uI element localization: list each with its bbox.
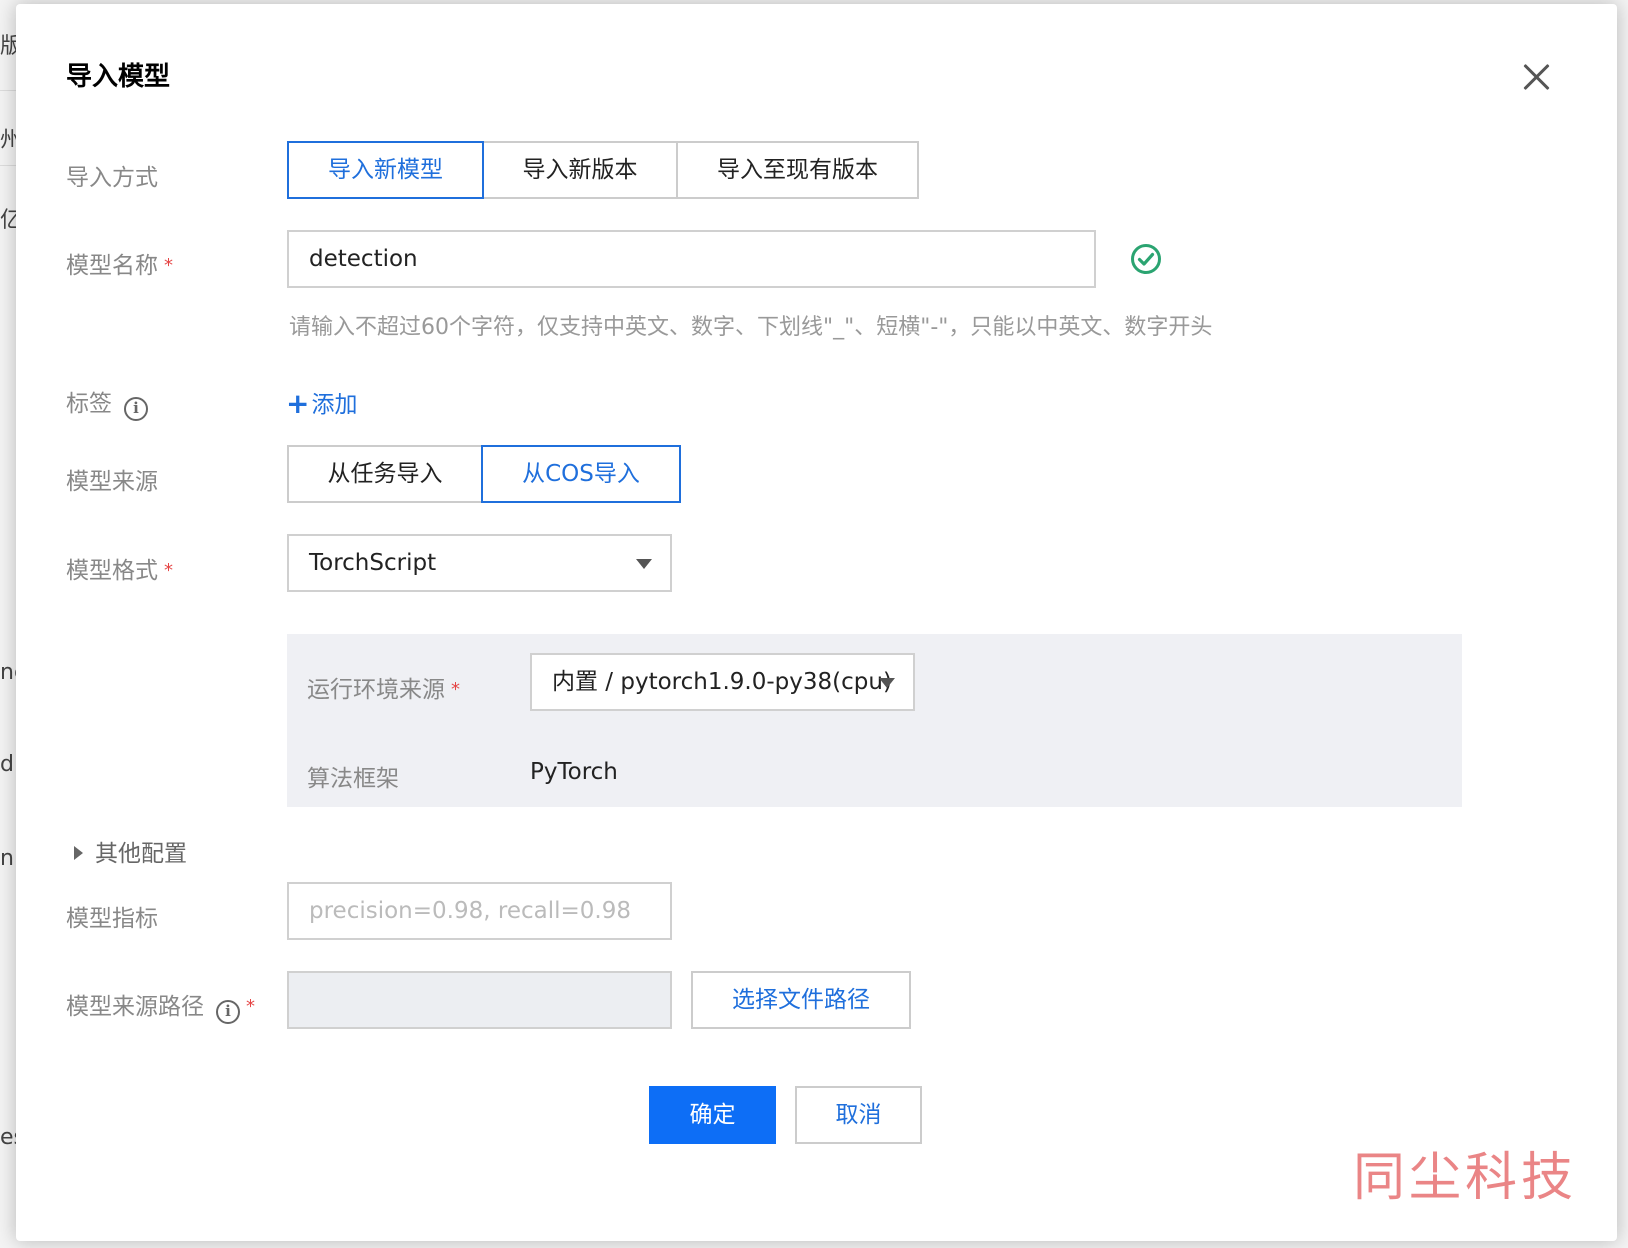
model-format-label-text: 模型格式 (66, 558, 158, 584)
info-icon[interactable]: i (216, 1000, 240, 1024)
background-text: 州 (0, 128, 16, 153)
model-path-input[interactable] (287, 971, 672, 1029)
tags-label-text: 标签 (66, 391, 112, 417)
background-divider (0, 90, 16, 91)
caret-right-icon (74, 846, 83, 860)
required-mark: * (451, 679, 460, 700)
model-path-label: 模型来源路径 i * (66, 987, 255, 1024)
import-method-new-version[interactable]: 导入新版本 (482, 141, 678, 199)
cancel-button[interactable]: 取消 (795, 1086, 922, 1144)
model-source-from-cos[interactable]: 从COS导入 (481, 445, 681, 503)
runtime-env-label: 运行环境来源 * (307, 670, 460, 704)
watermark-logo: 同尘科技 (1353, 1148, 1578, 1208)
framework-value: PyTorch (530, 759, 618, 785)
required-mark: * (246, 996, 255, 1017)
dropdown-arrow-icon (879, 678, 895, 688)
background-text: d (0, 752, 14, 777)
runtime-env-value: 内置 / pytorch1.9.0-py38(cpu) (552, 669, 892, 695)
model-format-label: 模型格式 * (66, 551, 173, 585)
model-source-label: 模型来源 (66, 469, 158, 495)
import-method-new-model[interactable]: 导入新模型 (287, 141, 484, 199)
dialog-title: 导入模型 (66, 62, 171, 92)
model-name-hint: 请输入不超过60个字符，仅支持中英文、数字、下划线"_"、短横"-"，只能以中英… (289, 315, 1213, 340)
close-icon[interactable] (1521, 62, 1551, 92)
import-model-dialog: 导入模型 导入方式 导入新模型 导入新版本 导入至现有版本 模型名称 * dete… (16, 4, 1617, 1241)
background-divider (0, 165, 16, 166)
model-metrics-input[interactable]: precision=0.98, recall=0.98 (287, 882, 672, 940)
model-name-label-text: 模型名称 (66, 253, 158, 279)
runtime-env-select[interactable]: 内置 / pytorch1.9.0-py38(cpu) (530, 653, 915, 711)
background-text: 亿 (0, 208, 16, 233)
model-name-input[interactable]: detection (287, 230, 1096, 288)
choose-file-path-button[interactable]: 选择文件路径 (691, 971, 911, 1029)
required-mark: * (164, 560, 173, 581)
model-metrics-label: 模型指标 (66, 906, 158, 932)
plus-icon: + (286, 387, 310, 420)
check-circle-icon (1131, 244, 1161, 274)
import-method-label: 导入方式 (66, 165, 158, 191)
model-name-label: 模型名称 * (66, 246, 173, 280)
required-mark: * (164, 255, 173, 276)
runtime-env-label-text: 运行环境来源 (307, 677, 445, 703)
model-source-from-task[interactable]: 从任务导入 (287, 445, 483, 503)
confirm-button[interactable]: 确定 (649, 1086, 776, 1144)
framework-label: 算法框架 (307, 766, 399, 792)
background-text: es (0, 1125, 16, 1150)
background-text: nc (0, 660, 16, 685)
info-icon[interactable]: i (124, 397, 148, 421)
add-tag-label: 添加 (311, 392, 358, 418)
add-tag-button[interactable]: +添加 (286, 385, 357, 420)
background-text: 版 (0, 34, 16, 59)
other-config-label: 其他配置 (95, 841, 187, 867)
dropdown-arrow-icon (636, 559, 652, 569)
model-path-label-text: 模型来源路径 (66, 994, 204, 1020)
tags-label: 标签 i (66, 384, 148, 421)
import-method-existing-version[interactable]: 导入至现有版本 (676, 141, 919, 199)
runtime-config-panel: 运行环境来源 * 内置 / pytorch1.9.0-py38(cpu) 算法框架… (287, 634, 1462, 807)
other-config-toggle[interactable]: 其他配置 (74, 834, 187, 868)
model-format-select[interactable]: TorchScript (287, 534, 672, 592)
background-text: nr (0, 846, 16, 871)
model-format-value: TorchScript (309, 550, 437, 576)
